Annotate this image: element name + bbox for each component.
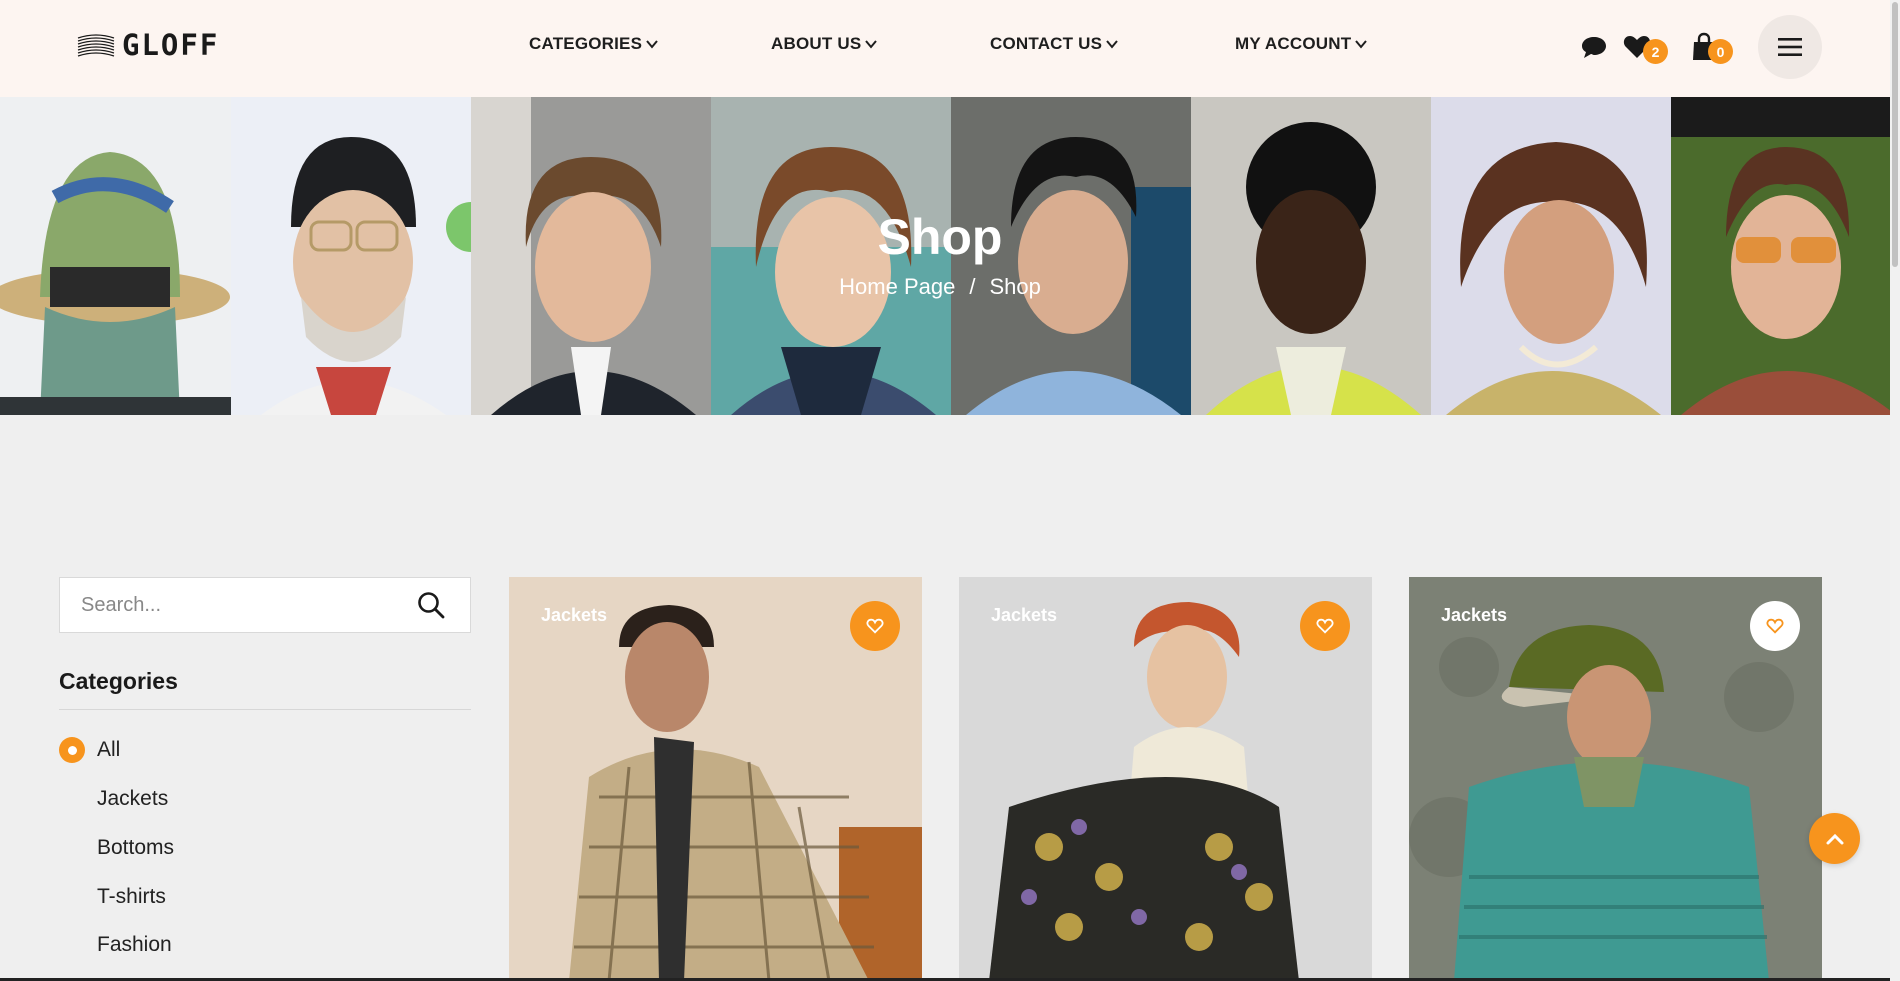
product-category-label: Jackets xyxy=(541,605,608,625)
nav-label: CONTACT US xyxy=(990,34,1103,53)
categories-heading: Categories xyxy=(59,668,178,694)
wishlist-button[interactable] xyxy=(1750,601,1800,651)
category-item-t-shirts[interactable]: T-shirts xyxy=(97,885,166,909)
site-header: GLOFF CATEGORIES ABOUT US CONTACT US MY … xyxy=(0,0,1890,97)
chevron-up-icon xyxy=(1826,833,1843,844)
scrollbar-thumb[interactable] xyxy=(1892,2,1898,267)
heart-outline-icon xyxy=(1316,618,1334,634)
nav-categories[interactable]: CATEGORIES xyxy=(529,34,659,54)
product-card[interactable]: Jackets xyxy=(1409,577,1822,981)
chevron-down-icon xyxy=(646,40,658,49)
chat-bubble-icon[interactable] xyxy=(1579,32,1609,62)
nav-my-account[interactable]: MY ACCOUNT xyxy=(1235,34,1368,54)
categories-divider xyxy=(59,709,471,710)
breadcrumb-current: Shop xyxy=(989,274,1041,299)
breadcrumb-separator: / xyxy=(969,274,976,299)
logo-mark-icon xyxy=(77,34,115,57)
page-title: Shop xyxy=(877,209,1003,265)
heart-outline-icon xyxy=(1766,618,1784,634)
breadcrumb: Home Page / Shop xyxy=(0,274,1880,300)
chevron-down-icon xyxy=(865,40,878,49)
cart-count-badge: 0 xyxy=(1708,39,1733,64)
nav-contact-us[interactable]: CONTACT US xyxy=(990,34,1119,54)
category-item-jackets[interactable]: Jackets xyxy=(97,787,168,811)
search-icon[interactable] xyxy=(416,590,446,620)
chevron-down-icon xyxy=(1106,40,1118,49)
category-item-bottoms[interactable]: Bottoms xyxy=(97,836,174,860)
category-radio-selected[interactable] xyxy=(59,737,85,763)
product-category-label: Jackets xyxy=(991,605,1058,625)
menu-button[interactable] xyxy=(1758,15,1822,79)
search-input[interactable] xyxy=(60,578,416,632)
nav-label: ABOUT US xyxy=(771,34,862,53)
breadcrumb-home-link[interactable]: Home Page xyxy=(839,274,955,300)
search-box xyxy=(59,577,471,633)
heart-outline-icon xyxy=(866,618,884,634)
brand-logo[interactable]: GLOFF xyxy=(76,28,219,62)
product-card[interactable]: Jackets xyxy=(959,577,1372,981)
wishlist-button[interactable] xyxy=(1300,601,1350,651)
brand-name: GLOFF xyxy=(122,28,220,62)
hamburger-icon xyxy=(1778,38,1802,56)
nav-about-us[interactable]: ABOUT US xyxy=(771,34,878,54)
back-to-top-button[interactable] xyxy=(1809,813,1860,864)
product-card[interactable]: Jackets xyxy=(509,577,922,981)
product-category-label: Jackets xyxy=(1441,605,1508,625)
chevron-down-icon xyxy=(1355,40,1368,49)
category-item-all[interactable]: All xyxy=(97,738,120,762)
wishlist-count-badge: 2 xyxy=(1643,39,1668,64)
wishlist-button[interactable] xyxy=(850,601,900,651)
nav-label: MY ACCOUNT xyxy=(1235,34,1352,53)
nav-label: CATEGORIES xyxy=(529,34,643,53)
category-item-fashion[interactable]: Fashion xyxy=(97,933,172,957)
